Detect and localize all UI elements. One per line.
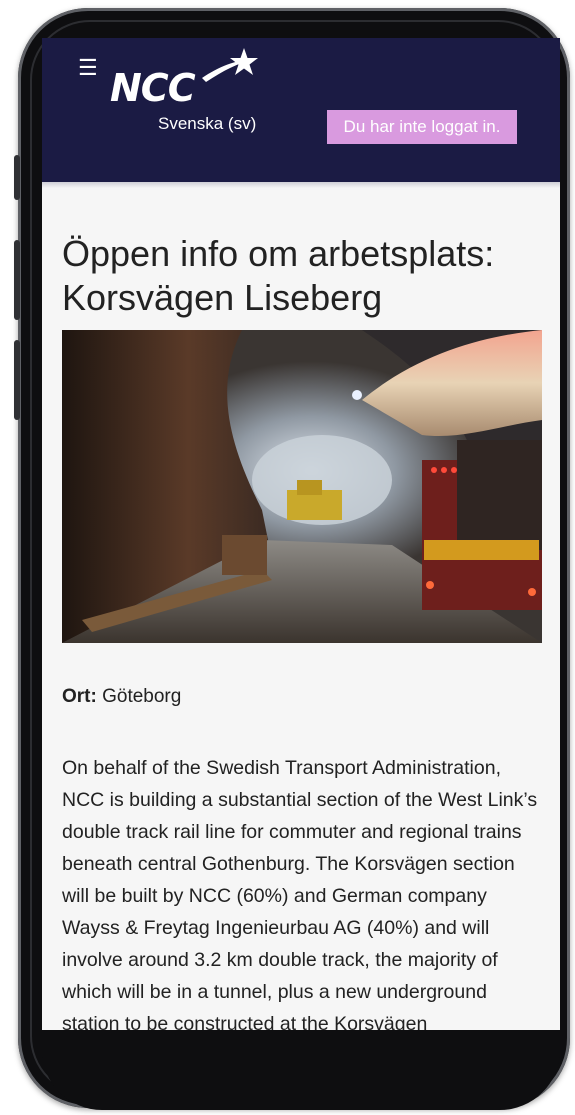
- star-icon: [202, 48, 258, 82]
- location-label: Ort:: [62, 686, 97, 707]
- phone-volume-up-button: [14, 240, 20, 320]
- phone-bottom-bezel: [42, 1030, 560, 1110]
- site-header: ☰ NCC Svenska (sv) Du har inte loggat in…: [42, 38, 560, 182]
- tunnel-photo-illustration: [62, 330, 542, 643]
- menu-icon[interactable]: ☰: [78, 56, 98, 80]
- phone-mute-button: [14, 155, 20, 200]
- login-status-badge[interactable]: Du har inte loggat in.: [327, 110, 517, 144]
- page-title: Öppen info om arbetsplats: Korsvägen Lis…: [62, 233, 495, 318]
- phone-screen: ☰ NCC Svenska (sv) Du har inte loggat in…: [42, 38, 560, 1090]
- language-selector[interactable]: Svenska (sv): [158, 114, 256, 134]
- phone-volume-down-button: [14, 340, 20, 420]
- ncc-logo[interactable]: NCC: [110, 48, 260, 108]
- logo-text: NCC: [110, 66, 196, 110]
- project-description: On behalf of the Swedish Transport Admin…: [62, 757, 538, 1035]
- location-value: Göteborg: [96, 686, 182, 707]
- tunnel-photo: [62, 330, 542, 643]
- location-line: Ort: Göteborg: [62, 684, 181, 710]
- header-shadow: [42, 182, 560, 188]
